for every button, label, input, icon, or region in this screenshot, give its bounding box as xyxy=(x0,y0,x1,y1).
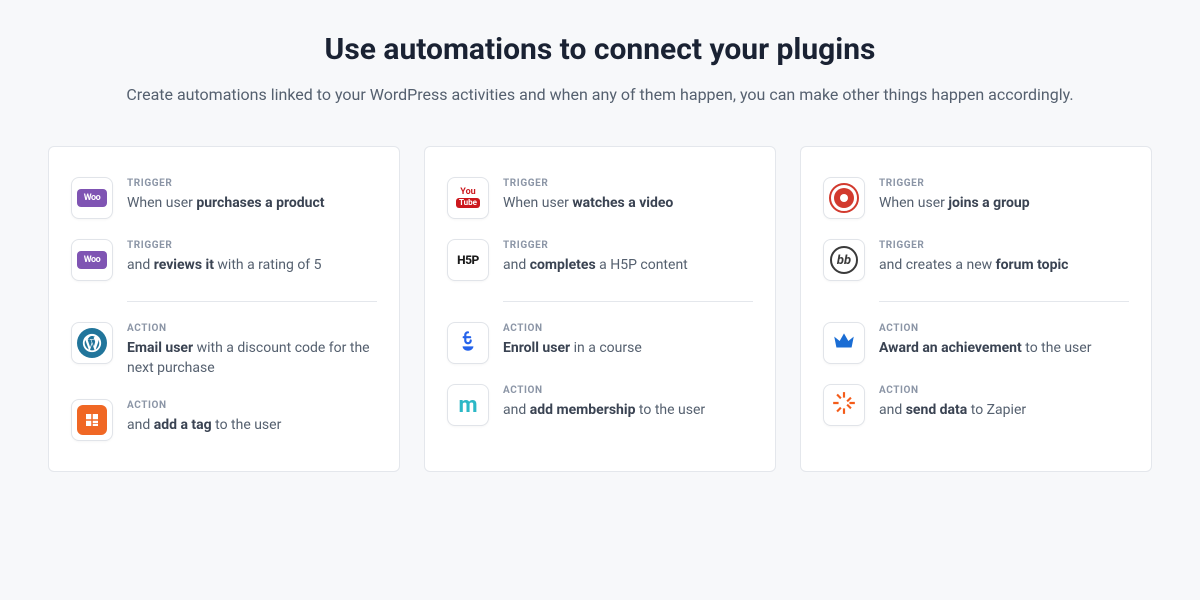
step-text: and add a tag to the user xyxy=(127,415,377,435)
automation-step: ACTION Award an achievement to the user xyxy=(823,312,1129,374)
step-icon-box xyxy=(823,384,865,426)
step-body: ACTION Enroll user in a course xyxy=(503,322,753,358)
automation-step: m ACTION and add membership to the user xyxy=(447,374,753,436)
automation-card: WooTRIGGERWhen user purchases a productW… xyxy=(48,146,400,472)
step-text: and creates a new forum topic xyxy=(879,255,1129,275)
buddypress-icon xyxy=(829,183,859,213)
wordpress-icon xyxy=(77,328,107,358)
step-icon-box xyxy=(71,322,113,364)
youtube-icon: YouTube xyxy=(456,188,480,208)
page-title: Use automations to connect your plugins xyxy=(48,32,1152,67)
step-icon-box: H5P xyxy=(447,239,489,281)
step-type-label: TRIGGER xyxy=(503,178,753,189)
step-text: and reviews it with a rating of 5 xyxy=(127,255,377,275)
step-text: Enroll user in a course xyxy=(503,338,753,358)
step-text: When user watches a video xyxy=(503,193,753,213)
course-icon xyxy=(455,328,481,358)
automation-step: YouTube TRIGGER When user watches a video xyxy=(447,167,753,229)
step-text: When user purchases a product xyxy=(127,193,377,213)
woocommerce-icon: Woo xyxy=(77,251,107,269)
step-text: and completes a H5P content xyxy=(503,255,753,275)
step-icon-box: Woo xyxy=(71,177,113,219)
step-body: ACTION Email user with a discount code fo… xyxy=(127,322,377,379)
step-text: and send data to Zapier xyxy=(879,400,1129,420)
step-icon-box: YouTube xyxy=(447,177,489,219)
step-type-label: TRIGGER xyxy=(879,178,1129,189)
automation-card: TRIGGER When user joins a group bb TRIGGER a… xyxy=(800,146,1152,472)
step-type-label: ACTION xyxy=(503,385,753,396)
step-type-label: ACTION xyxy=(127,400,377,411)
step-icon-box xyxy=(823,322,865,364)
step-type-label: ACTION xyxy=(879,323,1129,334)
step-body: TRIGGER When user watches a video xyxy=(503,177,753,213)
automation-step: ACTION Email user with a discount code fo… xyxy=(71,312,377,389)
step-icon-box: bb xyxy=(823,239,865,281)
zapier-icon xyxy=(831,390,857,420)
automation-step: Woo TRIGGER and reviews it with a rating o… xyxy=(71,229,377,291)
step-type-label: TRIGGER xyxy=(503,240,753,251)
step-divider xyxy=(127,301,377,302)
automation-step: ACTION and add a tag to the user xyxy=(71,389,377,451)
step-type-label: ACTION xyxy=(503,323,753,334)
step-text: Email user with a discount code for the … xyxy=(127,338,377,379)
step-type-label: TRIGGER xyxy=(127,178,377,189)
step-body: TRIGGER When user purchases a product xyxy=(127,177,377,213)
step-type-label: TRIGGER xyxy=(127,240,377,251)
step-type-label: TRIGGER xyxy=(879,240,1129,251)
step-icon-box: Woo xyxy=(71,239,113,281)
step-body: ACTION Award an achievement to the user xyxy=(879,322,1129,358)
h5p-icon: H5P xyxy=(457,253,479,267)
membership-icon: m xyxy=(458,393,477,418)
step-icon-box xyxy=(823,177,865,219)
automation-step: TRIGGER When user joins a group xyxy=(823,167,1129,229)
step-type-label: ACTION xyxy=(127,323,377,334)
step-body: TRIGGER and completes a H5P content xyxy=(503,239,753,275)
step-body: ACTION and add membership to the user xyxy=(503,384,753,420)
automation-step: H5P TRIGGER and completes a H5P content xyxy=(447,229,753,291)
page-subtitle: Create automations linked to your WordPr… xyxy=(48,85,1152,104)
step-divider xyxy=(503,301,753,302)
step-icon-box xyxy=(71,399,113,441)
automation-step: Woo TRIGGER When user purchases a product xyxy=(71,167,377,229)
step-text: Award an achievement to the user xyxy=(879,338,1129,358)
step-body: ACTION and add a tag to the user xyxy=(127,399,377,435)
step-type-label: ACTION xyxy=(879,385,1129,396)
automation-step: bb TRIGGER and creates a new forum topic xyxy=(823,229,1129,291)
bbpress-icon: bb xyxy=(830,246,858,274)
step-body: TRIGGER and creates a new forum topic xyxy=(879,239,1129,275)
step-icon-box xyxy=(447,322,489,364)
automation-step: ACTION Enroll user in a course xyxy=(447,312,753,374)
step-body: ACTION and send data to Zapier xyxy=(879,384,1129,420)
automation-cards: WooTRIGGERWhen user purchases a productW… xyxy=(48,146,1152,472)
step-divider xyxy=(879,301,1129,302)
step-text: When user joins a group xyxy=(879,193,1129,213)
automatorwp-icon xyxy=(77,405,107,435)
step-body: TRIGGER and reviews it with a rating of 5 xyxy=(127,239,377,275)
step-body: TRIGGER When user joins a group xyxy=(879,177,1129,213)
step-icon-box: m xyxy=(447,384,489,426)
crown-icon xyxy=(831,328,857,358)
automation-card: YouTube TRIGGER When user watches a video H… xyxy=(424,146,776,472)
automation-step: ACTION and send data to Zapier xyxy=(823,374,1129,436)
woocommerce-icon: Woo xyxy=(77,189,107,207)
step-text: and add membership to the user xyxy=(503,400,753,420)
